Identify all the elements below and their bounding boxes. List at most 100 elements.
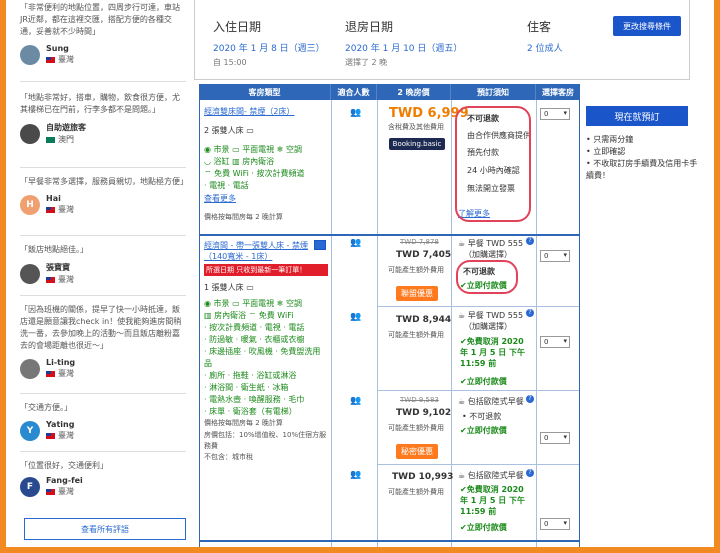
review-text: 「非常便利的地點位置，四周步行可達，車站JR近鄰，都在這裡交匯，搭配方便的各種交… xyxy=(20,3,180,36)
free-cancel: 免費取消 2020 年 1 月 5 日 下午11:59 前 xyxy=(460,337,526,368)
price-excludes: 不包含：城市稅 xyxy=(204,453,253,461)
see-more-link[interactable]: 查看更多 xyxy=(204,193,236,204)
price-note: 價格按每間房每 2 晚計算 xyxy=(204,419,283,427)
change-search-button[interactable]: 更改搜尋條件 xyxy=(613,16,681,36)
taiwan-flag-icon xyxy=(46,276,55,283)
guests-value[interactable]: 2 位成人 xyxy=(527,41,563,54)
benefit-item: 只需兩分鐘 xyxy=(593,135,634,144)
price-note: 價格按每間房每 2 晚計算 xyxy=(204,213,283,221)
room-qty-select[interactable]: 0 xyxy=(540,108,570,120)
reviewer-name: Fang-fei xyxy=(46,476,83,485)
checkout-label: 退房日期 xyxy=(345,20,394,34)
wifi-icon: ⌔ xyxy=(248,311,257,320)
old-price: TWD 7,878 xyxy=(400,238,439,246)
old-price: TWD 9,583 xyxy=(400,396,439,404)
tv-icon: ▭ xyxy=(232,299,240,308)
room-qty-select[interactable]: 0 xyxy=(540,432,570,444)
taiwan-flag-icon xyxy=(46,206,55,213)
price-sub: 可能產生額外費用 xyxy=(388,331,444,339)
room-name-link[interactable]: 經濟間 - 帶一張雙人床 - 禁煙（140寬米 - 1床） xyxy=(204,240,316,262)
benefit-item: 不收取訂房手續費及信用卡手續費！ xyxy=(586,159,698,180)
main-content: 入住日期 2020 年 1 月 8 日（週三） 自 15:00 退房日期 202… xyxy=(194,0,714,547)
breakfast-sub: （加購選擇） xyxy=(464,322,512,331)
header-price: 2 晚房價 xyxy=(377,84,451,100)
checkout-nights: 選擇了 2 晚 xyxy=(345,58,388,67)
review-text: 「位置很好，交通便利」 xyxy=(20,461,108,470)
reviewer-country: 臺灣 xyxy=(58,205,74,214)
avatar: H xyxy=(20,194,40,215)
breakfast-info: 包括歐陸式早餐 xyxy=(467,471,524,480)
bed-info: 2 張雙人床 xyxy=(204,126,244,135)
price-sub: 可能產生額外費用 xyxy=(388,424,444,432)
avatar: Y xyxy=(20,420,40,441)
reviews-sidebar: 「非常便利的地點位置，四周步行可達，車站JR近鄰，都在這裡交匯，搭配方便的各種交… xyxy=(6,0,188,547)
info-icon[interactable]: ? xyxy=(526,469,534,477)
taiwan-flag-icon xyxy=(46,488,55,495)
photo-icon[interactable] xyxy=(314,240,326,250)
checkout-date[interactable]: 2020 年 1 月 10 日（週五） xyxy=(345,41,462,54)
header-room-type: 客房類型 xyxy=(199,84,331,100)
bathroom-icon: ▥ xyxy=(232,157,240,166)
amenities-list: ◉ 市景 ▭ 平面電視 ❄ 空調 ▥ 房內衛浴 ⌔ 免費 WiFi · 按次計費… xyxy=(204,299,321,416)
taiwan-flag-icon xyxy=(46,432,55,439)
book-now-button[interactable]: 現在就預訂 xyxy=(586,106,688,126)
review-card: 「非常便利的地點位置，四周步行可達，車站JR近鄰，都在這裡交匯，搭配方便的各種交… xyxy=(20,0,186,82)
pay-now: 立即付款價 xyxy=(466,377,507,386)
room-qty-select[interactable]: 0 xyxy=(540,250,570,262)
reviewer-country: 臺灣 xyxy=(58,275,74,284)
header-occupancy: 適合人數 xyxy=(331,84,377,100)
review-card: 「早餐非常多選擇，服務員親切，地點極方便」 H Hai 臺灣 xyxy=(20,168,188,236)
price-sub: 可能產生額外費用 xyxy=(388,266,444,274)
deal-badge: 秘密優惠 xyxy=(396,444,438,459)
review-text: 「飯店地點絕佳。」 xyxy=(20,245,88,254)
review-card: 「交通方便。」 Y Yating 臺灣 xyxy=(20,394,186,452)
amenities-list: ◉ 市景 ▭ 平面電視 ❄ 空調 ◡ 浴缸 ▥ 房內衛浴 ⌔ 免費 WiFi ·… xyxy=(204,145,305,190)
info-icon[interactable]: ? xyxy=(526,395,534,403)
stay-summary: 入住日期 2020 年 1 月 8 日（週三） 自 15:00 退房日期 202… xyxy=(194,0,690,80)
promo-banner: 所選日期 只收到最新一筆訂單！ xyxy=(204,264,328,276)
price-sub: 含稅費及其他費用 xyxy=(388,123,444,131)
room-qty-select[interactable]: 0 xyxy=(540,336,570,348)
two-person-icon: 👥 xyxy=(350,312,361,322)
macau-flag-icon xyxy=(46,136,55,143)
tv-icon: ▭ xyxy=(232,145,240,154)
free-cancel: 免費取消 2020 年 1 月 5 日 下午11:59 前 xyxy=(460,485,526,516)
room-table: 經濟雙床間- 禁煙（2床） 2 張雙人床 ▭ ◉ 市景 ▭ 平面電視 ❄ 空調 … xyxy=(199,100,580,547)
avatar xyxy=(20,44,40,65)
reviewer-name: Yating xyxy=(46,420,75,429)
taiwan-flag-icon xyxy=(46,56,55,63)
view-icon: ◉ xyxy=(204,145,211,154)
breakfast-info: 早餐 TWD 555 xyxy=(467,311,524,320)
reviewer-country: 臺灣 xyxy=(58,369,74,378)
breakfast-info: 早餐 TWD 555 xyxy=(467,239,524,248)
room-name-link[interactable]: 經濟雙床間- 禁煙（2床） xyxy=(204,106,328,117)
reviewer-country: 臺灣 xyxy=(58,55,74,64)
reviewer-country: 臺灣 xyxy=(58,487,74,496)
checkin-date[interactable]: 2020 年 1 月 8 日（週三） xyxy=(213,41,325,54)
info-icon[interactable]: ? xyxy=(526,237,534,245)
two-person-icon: 👥 xyxy=(350,396,361,406)
wifi-icon: ⌔ xyxy=(204,169,212,178)
bed-icon: ▭ xyxy=(246,283,254,292)
avatar xyxy=(20,123,40,144)
app-window: 「非常便利的地點位置，四周步行可達，車站JR近鄰，都在這裡交匯，搭配方便的各種交… xyxy=(6,0,714,547)
reviewer-name: 自助遊旅客 xyxy=(46,123,86,132)
avatar: F xyxy=(20,476,40,497)
room-price: TWD 10,993 xyxy=(392,472,454,482)
two-person-icon: 👥 xyxy=(350,238,361,248)
reviewer-country: 臺灣 xyxy=(58,431,74,440)
breakfast-icon: ☕ xyxy=(458,239,466,248)
bathroom-icon: ▥ xyxy=(204,311,212,320)
review-card: 「地點非常好，搭車，購物，飲食很方便，尤其樓梯已在門前，行李多都不是問題。」 自… xyxy=(20,82,186,168)
policy-nonrefund: 不可退款 xyxy=(469,412,502,421)
room-price: TWD 8,944 xyxy=(396,315,452,325)
avatar xyxy=(20,263,40,284)
checkin-time: 自 15:00 xyxy=(213,58,247,67)
price-sub: 可能產生額外費用 xyxy=(388,488,444,496)
highlight-circle xyxy=(456,260,518,294)
room-qty-select[interactable]: 0 xyxy=(540,518,570,530)
info-icon[interactable]: ? xyxy=(526,309,534,317)
all-reviews-button[interactable]: 查看所有評語 xyxy=(24,518,186,540)
room-price: TWD 9,102 xyxy=(396,408,452,418)
reviewer-name: Li-ting xyxy=(46,358,76,367)
